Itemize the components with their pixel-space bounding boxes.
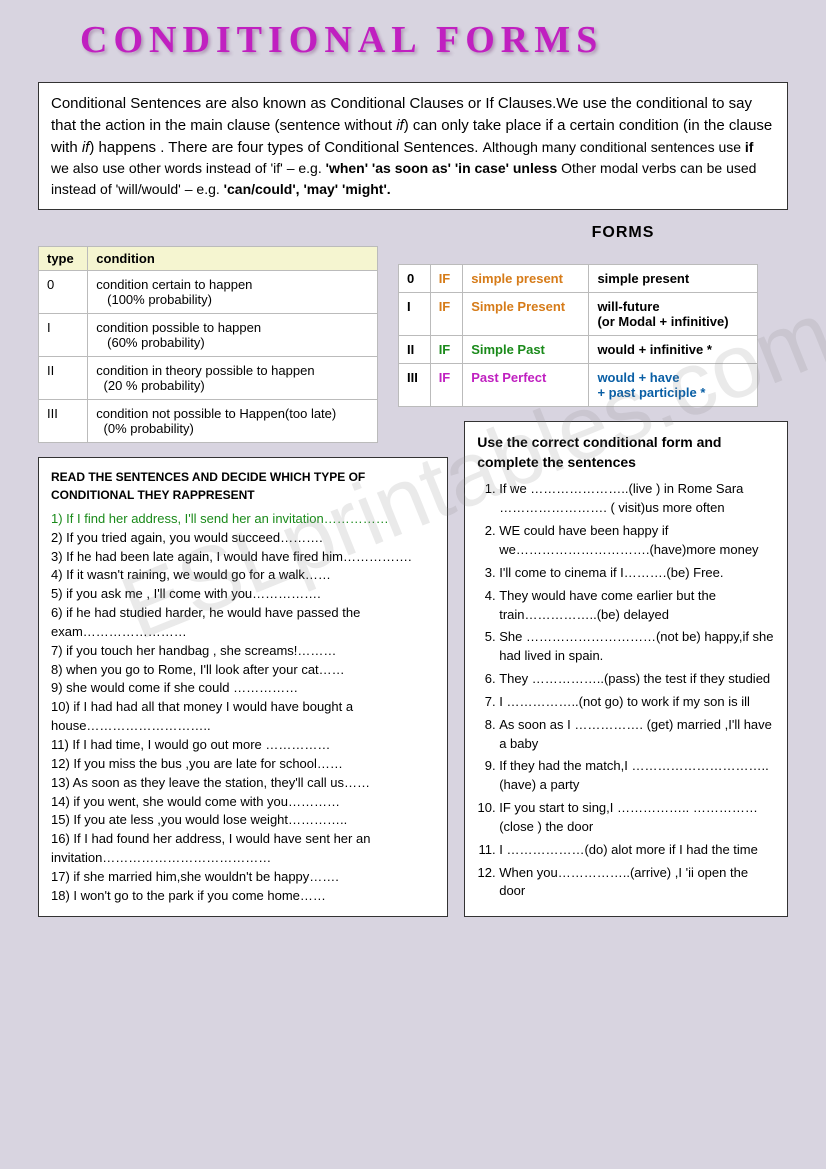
page-title: CONDITIONAL FORMS (0, 0, 826, 72)
condition-cell: condition in theory possible to happen (… (88, 356, 378, 399)
forms-type: II (399, 335, 431, 363)
type-table: type condition 0 condition certain to ha… (38, 246, 378, 443)
list-item: 10) if I had had all that money I would … (51, 698, 435, 736)
forms-type: I (399, 292, 431, 335)
list-item: I'll come to cinema if I……….(be) Free. (499, 564, 775, 583)
type-cell: II (39, 356, 88, 399)
forms-if: IF (430, 363, 463, 406)
forms-table: 0 IF simple present simple present I IF … (398, 264, 758, 407)
table-row: II condition in theory possible to happe… (39, 356, 378, 399)
table-row: II IF Simple Past would + infinitive * (399, 335, 758, 363)
list-item: 18) I won't go to the park if you come h… (51, 887, 435, 906)
list-item: 17) if she married him,she wouldn't be h… (51, 868, 435, 887)
intro-small-1: Although many conditional sentences use (483, 139, 745, 155)
list-item: She …………………………(not be) happy,if she had … (499, 628, 775, 666)
intro-words: 'when' 'as soon as' 'in case' unless (326, 160, 558, 176)
forms-a: simple present (463, 264, 589, 292)
list-item: They would have come earlier but the tra… (499, 587, 775, 625)
table-row: III IF Past Perfect would + have + past … (399, 363, 758, 406)
list-item: 16) If I had found her address, I would … (51, 830, 435, 868)
list-item: 14) if you went, she would come with you… (51, 793, 435, 812)
exercise-left-box: READ THE SENTENCES AND DECIDE WHICH TYPE… (38, 457, 448, 917)
exercise-right-list: If we …………………..(live ) in Rome Sara …………… (477, 480, 775, 901)
list-item: 9) she would come if she could …………… (51, 679, 435, 698)
intro-if-1: if (396, 117, 404, 134)
list-item: 11) If I had time, I would go out more …… (51, 736, 435, 755)
list-item: 5) if you ask me , I'll come with you………… (51, 585, 435, 604)
forms-b: would + infinitive * (589, 335, 758, 363)
intro-box: Conditional Sentences are also known as … (38, 82, 788, 210)
list-item: I ………………(do) alot more if I had the time (499, 841, 775, 860)
forms-heading: FORMS (420, 224, 826, 242)
intro-text-3: ) happens . There are four types of Cond… (89, 139, 482, 156)
forms-type: 0 (399, 264, 431, 292)
forms-if: IF (430, 264, 463, 292)
list-item: 12) If you miss the bus ,you are late fo… (51, 755, 435, 774)
exercise-row: READ THE SENTENCES AND DECIDE WHICH TYPE… (0, 443, 826, 917)
table-row: I condition possible to happen (60% prob… (39, 313, 378, 356)
list-item: If we …………………..(live ) in Rome Sara …………… (499, 480, 775, 518)
type-cell: 0 (39, 270, 88, 313)
forms-b: would + have + past participle * (589, 363, 758, 406)
table-row: I IF Simple Present will-future (or Moda… (399, 292, 758, 335)
list-item: I ……………..(not go) to work if my son is i… (499, 693, 775, 712)
intro-modals: 'can/could', 'may' 'might'. (224, 181, 391, 197)
exercise-right-box: Use the correct conditional form and com… (464, 421, 788, 917)
list-item: 15) If you ate less ,you would lose weig… (51, 811, 435, 830)
forms-a: Simple Present (463, 292, 589, 335)
list-item: 13) As soon as they leave the station, t… (51, 774, 435, 793)
list-item: WE could have been happy if we…………………………… (499, 522, 775, 560)
table-row: III condition not possible to Happen(too… (39, 399, 378, 442)
list-item: If they had the match,I …………………………..(hav… (499, 757, 775, 795)
condition-cell: condition not possible to Happen(too lat… (88, 399, 378, 442)
list-item: 8) when you go to Rome, I'll look after … (51, 661, 435, 680)
type-cell: I (39, 313, 88, 356)
forms-a: Past Perfect (463, 363, 589, 406)
table-row: 0 condition certain to happen (100% prob… (39, 270, 378, 313)
list-item: When you……………..(arrive) ,I 'ii open the … (499, 864, 775, 902)
condition-cell: condition possible to happen (60% probab… (88, 313, 378, 356)
tables-row: type condition 0 condition certain to ha… (0, 246, 826, 443)
forms-a: Simple Past (463, 335, 589, 363)
forms-if: IF (430, 335, 463, 363)
forms-b: will-future (or Modal + infinitive) (589, 292, 758, 335)
list-item: IF you start to sing,I …………….. ……………(clo… (499, 799, 775, 837)
list-item: 4) If it wasn't raining, we would go for… (51, 566, 435, 585)
list-item: 2) If you tried again, you would succeed… (51, 529, 435, 548)
forms-if: IF (430, 292, 463, 335)
exercise-left-list: 1) If I find her address, I'll send her … (51, 510, 435, 906)
list-item: 7) if you touch her handbag , she scream… (51, 642, 435, 661)
exercise-left-heading: READ THE SENTENCES AND DECIDE WHICH TYPE… (51, 468, 435, 504)
forms-b: simple present (589, 264, 758, 292)
condition-cell: condition certain to happen (100% probab… (88, 270, 378, 313)
forms-type: III (399, 363, 431, 406)
list-item: 1) If I find her address, I'll send her … (51, 510, 435, 529)
list-item: They ……………..(pass) the test if they stud… (499, 670, 775, 689)
list-item: 6) if he had studied harder, he would ha… (51, 604, 435, 642)
type-table-h2: condition (88, 246, 378, 270)
intro-if-bold: if (745, 139, 754, 155)
intro-small-2: we also use other words instead of 'if' … (51, 160, 326, 176)
table-row: 0 IF simple present simple present (399, 264, 758, 292)
list-item: As soon as I ……………. (get) married ,I'll … (499, 716, 775, 754)
exercise-right-heading: Use the correct conditional form and com… (477, 432, 775, 473)
list-item: 3) If he had been late again, I would ha… (51, 548, 435, 567)
type-table-h1: type (39, 246, 88, 270)
type-cell: III (39, 399, 88, 442)
